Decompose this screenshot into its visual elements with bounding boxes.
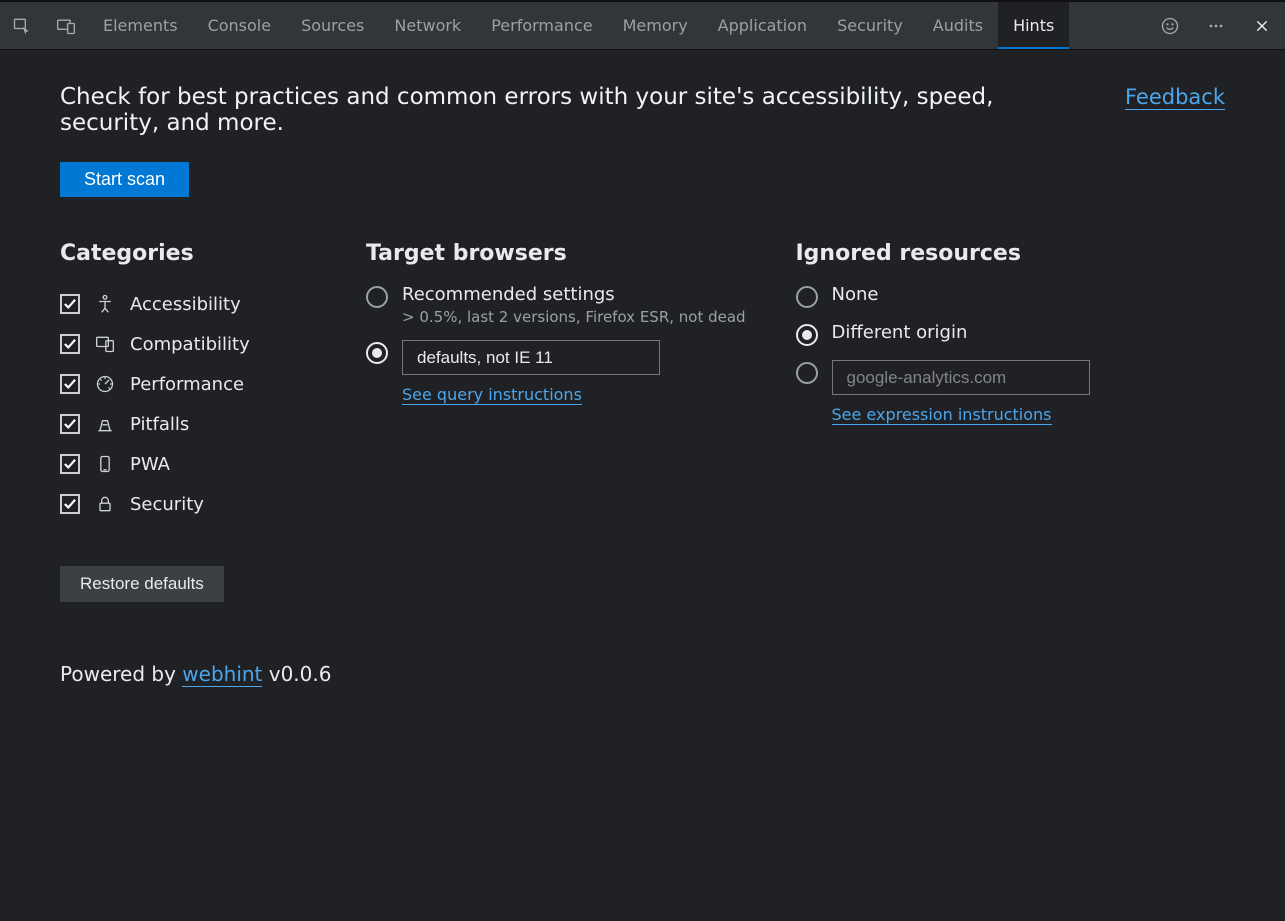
target-recommended-detail: > 0.5%, last 2 versions, Firefox ESR, no… <box>402 308 796 326</box>
tab-network[interactable]: Network <box>379 2 476 49</box>
pwa-icon <box>94 453 116 475</box>
feedback-link[interactable]: Feedback <box>1125 85 1225 110</box>
category-checkbox[interactable] <box>60 334 80 354</box>
category-checkbox[interactable] <box>60 454 80 474</box>
tab-application[interactable]: Application <box>703 2 822 49</box>
category-label: Security <box>130 494 204 515</box>
intro-text: Check for best practices and common erro… <box>60 84 1085 136</box>
tab-performance[interactable]: Performance <box>476 2 607 49</box>
tab-memory[interactable]: Memory <box>608 2 703 49</box>
category-label: Performance <box>130 374 244 395</box>
performance-icon <box>94 373 116 395</box>
ignore-none-label: None <box>832 284 1226 305</box>
category-checkbox[interactable] <box>60 414 80 434</box>
target-recommended-label: Recommended settings <box>402 284 796 305</box>
category-checkbox[interactable] <box>60 294 80 314</box>
category-compatibility: Compatibility <box>60 324 366 364</box>
tab-hints[interactable]: Hints <box>998 2 1069 49</box>
category-checkbox[interactable] <box>60 374 80 394</box>
tab-sources[interactable]: Sources <box>286 2 379 49</box>
accessibility-icon <box>94 293 116 315</box>
category-label: Compatibility <box>130 334 250 355</box>
tab-security[interactable]: Security <box>822 2 918 49</box>
compatibility-icon <box>94 333 116 355</box>
target-custom-input[interactable] <box>402 340 660 375</box>
device-toolbar-icon[interactable] <box>44 2 88 49</box>
restore-defaults-button[interactable]: Restore defaults <box>60 566 224 602</box>
target-recommended-radio[interactable] <box>366 286 388 308</box>
ignore-different-origin-label: Different origin <box>832 322 1226 343</box>
query-instructions-link[interactable]: See query instructions <box>402 385 582 405</box>
category-accessibility: Accessibility <box>60 284 366 324</box>
category-label: Pitfalls <box>130 414 189 435</box>
tab-audits[interactable]: Audits <box>918 2 998 49</box>
ignore-different-origin-radio[interactable] <box>796 324 818 346</box>
category-security: Security <box>60 484 366 524</box>
expression-instructions-link[interactable]: See expression instructions <box>832 405 1052 425</box>
target-browsers-column: Target browsers Recommended settings > 0… <box>366 241 796 686</box>
hints-panel: Check for best practices and common erro… <box>0 50 1285 686</box>
pitfalls-icon <box>94 413 116 435</box>
categories-title: Categories <box>60 241 366 266</box>
tab-list: ElementsConsoleSourcesNetworkPerformance… <box>88 2 1147 49</box>
categories-column: Categories Accessibility Compatibility Per… <box>60 241 366 686</box>
category-pitfalls: Pitfalls <box>60 404 366 444</box>
tab-elements[interactable]: Elements <box>88 2 193 49</box>
webhint-link[interactable]: webhint <box>182 662 262 687</box>
category-label: PWA <box>130 454 170 475</box>
ignored-resources-column: Ignored resources None Different origin … <box>796 241 1226 686</box>
ignored-resources-title: Ignored resources <box>796 241 1226 266</box>
ignore-custom-radio[interactable] <box>796 362 818 384</box>
category-pwa: PWA <box>60 444 366 484</box>
security-icon <box>94 493 116 515</box>
target-browsers-title: Target browsers <box>366 241 796 266</box>
start-scan-button[interactable]: Start scan <box>60 162 189 197</box>
ignore-none-radio[interactable] <box>796 286 818 308</box>
feedback-smile-icon[interactable] <box>1147 16 1193 36</box>
tab-console[interactable]: Console <box>193 2 287 49</box>
powered-by: Powered by webhint v0.0.6 <box>60 662 366 686</box>
category-label: Accessibility <box>130 294 241 315</box>
ignore-custom-input[interactable] <box>832 360 1090 395</box>
inspect-element-icon[interactable] <box>0 2 44 49</box>
close-icon[interactable] <box>1239 18 1285 34</box>
category-performance: Performance <box>60 364 366 404</box>
devtools-tabbar: ElementsConsoleSourcesNetworkPerformance… <box>0 2 1285 50</box>
more-options-icon[interactable] <box>1193 16 1239 36</box>
target-custom-radio[interactable] <box>366 342 388 364</box>
category-checkbox[interactable] <box>60 494 80 514</box>
